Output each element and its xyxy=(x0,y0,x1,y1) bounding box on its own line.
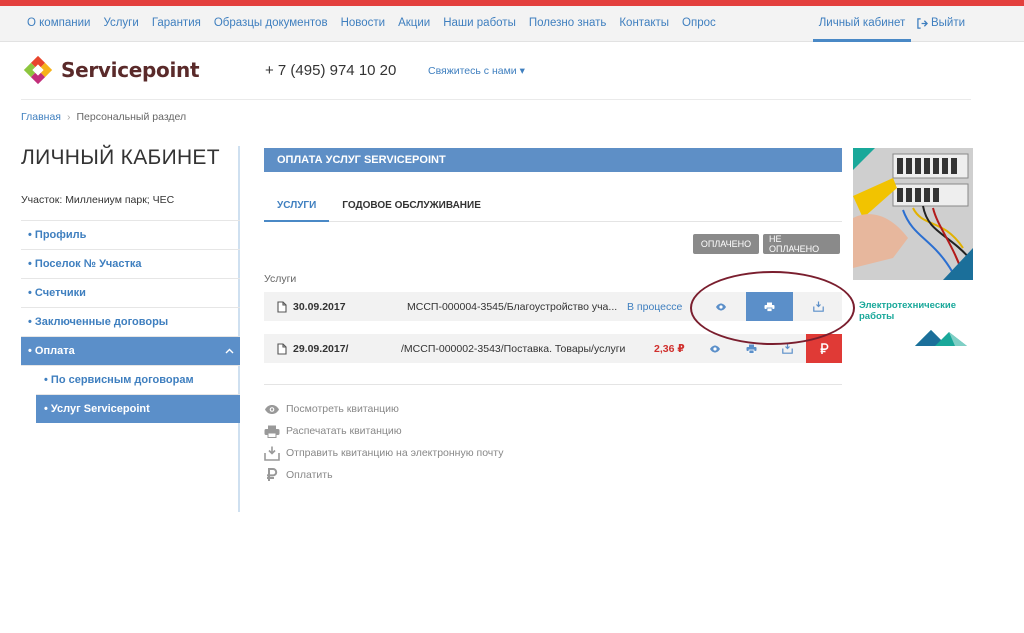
list-label: Услуги xyxy=(264,273,297,285)
view-receipt-button[interactable] xyxy=(697,292,745,321)
view-receipt-button[interactable] xyxy=(698,334,732,363)
row-status: В процессе xyxy=(627,300,683,313)
banner-title: Электротехнические работы xyxy=(853,300,973,322)
row-title: /МССП-000002-3543/Поставка. Товары/услуг… xyxy=(401,342,626,355)
sidebar-menu: • Профиль • Поселок № Участка • Счетчики… xyxy=(21,220,240,423)
document-icon xyxy=(277,300,287,313)
action-legend: Посмотреть квитанцию Распечатать квитанц… xyxy=(264,398,503,486)
promo-banner[interactable]: Электротехнические работы xyxy=(853,148,973,348)
legend-email-label: Отправить квитанцию на электронную почту xyxy=(286,447,504,459)
row-date: 29.09.2017/ xyxy=(293,342,349,355)
eye-icon xyxy=(265,404,279,414)
email-download-icon xyxy=(264,446,280,461)
top-menu: О компании Услуги Гарантия Образцы докум… xyxy=(27,17,729,29)
table-row[interactable]: 29.09.2017/ /МССП-000002-3543/Поставка. … xyxy=(264,334,842,363)
logo[interactable]: Servicepoint xyxy=(22,54,200,86)
eye-icon xyxy=(716,303,726,310)
electrical-panel-illustration xyxy=(853,148,973,280)
plot-info: Участок: Миллениум парк; ЧЕС xyxy=(21,194,175,206)
banner-title-line1: Электротехнические xyxy=(859,300,956,311)
legend-view-label: Посмотреть квитанцию xyxy=(286,403,399,415)
cabinet-label: Личный кабинет xyxy=(818,16,906,29)
pay-button[interactable] xyxy=(806,334,842,363)
breadcrumb-current: Персональный раздел xyxy=(76,111,187,123)
sidebar-item-profile[interactable]: • Профиль xyxy=(21,220,240,249)
tab-services[interactable]: УСЛУГИ xyxy=(264,196,330,222)
legend-view: Посмотреть квитанцию xyxy=(264,398,503,420)
sidebar-item-payment[interactable]: • Оплата xyxy=(21,336,240,365)
nav-about[interactable]: О компании xyxy=(27,17,90,29)
eye-icon xyxy=(710,345,720,352)
legend-pay-label: Оплатить xyxy=(286,469,333,481)
sidebar-item-payment-label: • Оплата xyxy=(28,345,75,357)
mountain-logo-icon xyxy=(915,330,967,346)
nav-warranty[interactable]: Гарантия xyxy=(152,17,201,29)
page-title: ЛИЧНЫЙ КАБИНЕТ xyxy=(21,146,220,169)
email-download-icon xyxy=(781,343,793,354)
nav-document-samples[interactable]: Образцы документов xyxy=(214,17,328,29)
sidebar-subitem-servicepoint[interactable]: • Услуг Servicepoint xyxy=(36,394,240,423)
email-receipt-button[interactable] xyxy=(794,292,842,321)
nav-contacts[interactable]: Контакты xyxy=(619,17,669,29)
print-receipt-button[interactable] xyxy=(734,334,768,363)
legend-print-label: Распечатать квитанцию xyxy=(286,425,402,437)
logo-text: Servicepoint xyxy=(61,58,200,82)
nav-news[interactable]: Новости xyxy=(341,17,386,29)
site-header: Servicepoint + 7 (495) 974 10 20 Свяжите… xyxy=(0,43,1024,99)
logo-icon xyxy=(23,55,53,85)
row-date: 30.09.2017 xyxy=(293,300,346,313)
printer-icon xyxy=(264,425,280,438)
filter-paid-button[interactable]: ОПЛАЧЕНО xyxy=(693,234,759,254)
filter-unpaid-button[interactable]: НЕ ОПЛАЧЕНО xyxy=(763,234,840,254)
header-divider xyxy=(21,99,971,100)
tab-annual-service[interactable]: ГОДОВОЕ ОБСЛУЖИВАНИЕ xyxy=(329,196,494,222)
breadcrumb-separator: › xyxy=(66,111,71,123)
legend-print: Распечатать квитанцию xyxy=(264,420,503,442)
document-icon xyxy=(277,342,287,355)
sidebar: ЛИЧНЫЙ КАБИНЕТ Участок: Миллениум парк; … xyxy=(21,146,240,512)
contact-us-dropdown[interactable]: Свяжитесь с нами ▾ xyxy=(428,65,525,77)
print-receipt-button[interactable] xyxy=(746,292,793,321)
legend-email: Отправить квитанцию на электронную почту xyxy=(264,442,503,464)
nav-useful-info[interactable]: Полезно знать xyxy=(529,17,607,29)
row-title: МССП-000004-3545/Благоустройство уча... xyxy=(407,300,618,313)
ruble-icon xyxy=(820,342,829,354)
sidebar-subitem-service-contracts[interactable]: • По сервисным договорам xyxy=(21,365,240,394)
electrical-works-image xyxy=(853,148,973,280)
sidebar-item-contracts[interactable]: • Заключенные договоры xyxy=(21,307,240,336)
breadcrumb-home[interactable]: Главная xyxy=(21,111,61,123)
nav-personal-cabinet[interactable]: Личный кабинет xyxy=(813,6,911,42)
banner-title-line2: работы xyxy=(859,311,895,322)
email-receipt-button[interactable] xyxy=(770,334,804,363)
ruble-icon xyxy=(267,468,278,481)
nav-our-works[interactable]: Наши работы xyxy=(443,17,516,29)
row-amount: 2,36 ₽ xyxy=(654,342,685,355)
legend-pay: Оплатить xyxy=(264,464,503,486)
logout-button[interactable]: Выйти xyxy=(917,17,965,29)
printer-icon xyxy=(764,302,775,312)
nav-services[interactable]: Услуги xyxy=(103,17,138,29)
nav-promotions[interactable]: Акции xyxy=(398,17,430,29)
section-title: ОПЛАТА УСЛУГ SERVICEPOINT xyxy=(264,148,842,172)
chevron-up-icon xyxy=(225,348,234,354)
logout-icon xyxy=(917,17,928,29)
tabs: УСЛУГИ ГОДОВОЕ ОБСЛУЖИВАНИЕ xyxy=(264,196,842,222)
logout-label: Выйти xyxy=(931,17,966,29)
email-download-icon xyxy=(812,301,824,312)
phone-number: + 7 (495) 974 10 20 xyxy=(265,62,397,79)
sidebar-item-meters[interactable]: • Счетчики xyxy=(21,278,240,307)
table-row[interactable]: 30.09.2017 МССП-000004-3545/Благоустройс… xyxy=(264,292,842,321)
content-divider xyxy=(264,384,842,385)
sidebar-item-settlement[interactable]: • Поселок № Участка xyxy=(21,249,240,278)
breadcrumb: Главная › Персональный раздел xyxy=(21,111,186,123)
nav-survey[interactable]: Опрос xyxy=(682,17,716,29)
main-content: ОПЛАТА УСЛУГ SERVICEPOINT УСЛУГИ ГОДОВОЕ… xyxy=(264,148,842,363)
printer-icon xyxy=(746,344,756,354)
